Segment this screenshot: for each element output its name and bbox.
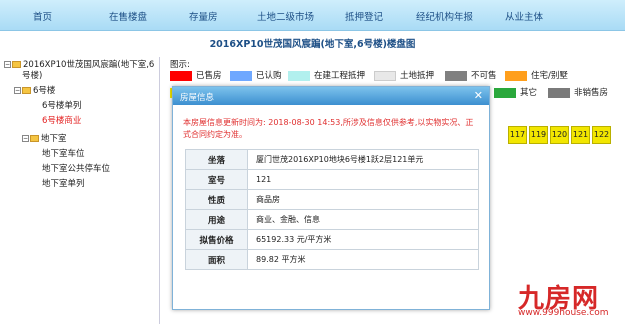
tree-building-6[interactable]: −6号楼: [14, 86, 55, 97]
building-tree: −2016XP10世茂国风宸蹁(地下室,6 号楼) −6号楼 6号楼单列 6号楼…: [0, 57, 160, 324]
tree-root[interactable]: −2016XP10世茂国风宸蹁(地下室,6: [4, 60, 154, 71]
room-cell[interactable]: 120: [550, 126, 569, 144]
tree-basement-parking[interactable]: 地下室车位: [42, 149, 85, 160]
tree-building-6-list[interactable]: 6号楼单列: [42, 101, 81, 112]
nav-land-market[interactable]: 土地二级市场: [257, 9, 314, 23]
row-value-usage: 商业、金融、信息: [247, 209, 479, 230]
room-cell[interactable]: 121: [571, 126, 590, 144]
legend-swatch: [494, 88, 516, 98]
update-notice: 本房屋信息更新时间为: 2018-08-30 14:53,所涉及信息仅供参考,以…: [183, 118, 474, 139]
site-watermark: 九房网 www.999house.com: [518, 278, 609, 318]
legend-swatch: [288, 71, 310, 81]
room-cell[interactable]: 117: [508, 126, 527, 144]
row-key-nature: 性质: [185, 189, 248, 210]
room-cell[interactable]: 122: [592, 126, 611, 144]
legend-title: 图示:: [170, 60, 190, 70]
collapse-icon[interactable]: −: [14, 87, 21, 94]
row-key-location: 坐落: [185, 149, 248, 170]
room-cell[interactable]: 119: [529, 126, 548, 144]
page-title: 2016XP10世茂国风宸蹁(地下室,6号楼)楼盘图: [209, 39, 416, 50]
row-value-nature: 商品房: [247, 189, 479, 210]
table-row: 用途 商业、金融、信息: [185, 209, 479, 230]
dialog-title: 房屋信息: [180, 93, 215, 103]
nav-mortgage[interactable]: 抵押登记: [345, 9, 383, 23]
nav-on-sale[interactable]: 在售楼盘: [109, 9, 147, 23]
collapse-icon[interactable]: −: [4, 61, 11, 68]
row-key-usage: 用途: [185, 209, 248, 230]
table-row: 性质 商品房: [185, 189, 479, 210]
legend-swatch: [445, 71, 467, 81]
tree-basement[interactable]: − 地下室: [22, 134, 67, 145]
row-key-room-no: 室号: [185, 169, 248, 190]
nav-practitioners[interactable]: 从业主体: [505, 9, 543, 23]
row-value-location: 厦门世茂2016XP10地块6号楼1跃2层121单元: [247, 149, 479, 170]
folder-open-icon: [22, 87, 31, 94]
legend-swatch: [548, 88, 570, 98]
folder-open-icon: [30, 135, 39, 142]
tree-building-6-commercial[interactable]: 6号楼商业: [42, 116, 81, 127]
house-info-dialog: 房屋信息 ✕ 本房屋信息更新时间为: 2018-08-30 14:53,所涉及信…: [172, 86, 490, 310]
tree-root-continued: 号楼): [22, 71, 43, 81]
folder-open-icon: [12, 61, 21, 68]
legend-swatch: [505, 71, 527, 81]
legend-swatch: [374, 71, 396, 81]
legend-swatch: [170, 71, 192, 81]
row-value-room-no: 121: [247, 169, 479, 190]
top-nav: 首页 在售楼盘 存量房 土地二级市场 抵押登记 经纪机构年报 从业主体: [0, 0, 625, 31]
house-info-table: 坐落 厦门世茂2016XP10地块6号楼1跃2层121单元 室号 121 性质 商品房…: [185, 149, 479, 270]
watermark-url: www.999house.com: [518, 308, 609, 318]
close-icon[interactable]: ✕: [474, 89, 483, 102]
tree-basement-list[interactable]: 地下室单列: [42, 179, 85, 190]
row-key-price: 拟售价格: [185, 229, 248, 250]
tree-basement-public-parking[interactable]: 地下室公共停车位: [42, 164, 110, 175]
legend-swatch: [230, 71, 252, 81]
nav-agency-report[interactable]: 经纪机构年报: [416, 9, 473, 23]
table-row: 面积 89.82 平方米: [185, 249, 479, 270]
row-value-price: 65192.33 元/平方米: [247, 229, 479, 250]
table-row: 坐落 厦门世茂2016XP10地块6号楼1跃2层121单元: [185, 149, 479, 170]
collapse-icon[interactable]: −: [22, 135, 29, 142]
nav-home[interactable]: 首页: [33, 9, 52, 23]
table-row: 拟售价格 65192.33 元/平方米: [185, 229, 479, 250]
table-row: 室号 121: [185, 169, 479, 190]
nav-stock-housing[interactable]: 存量房: [189, 9, 218, 23]
dialog-header: 房屋信息 ✕: [173, 87, 489, 105]
row-key-area: 面积: [185, 249, 248, 270]
row-value-area: 89.82 平方米: [247, 249, 479, 270]
